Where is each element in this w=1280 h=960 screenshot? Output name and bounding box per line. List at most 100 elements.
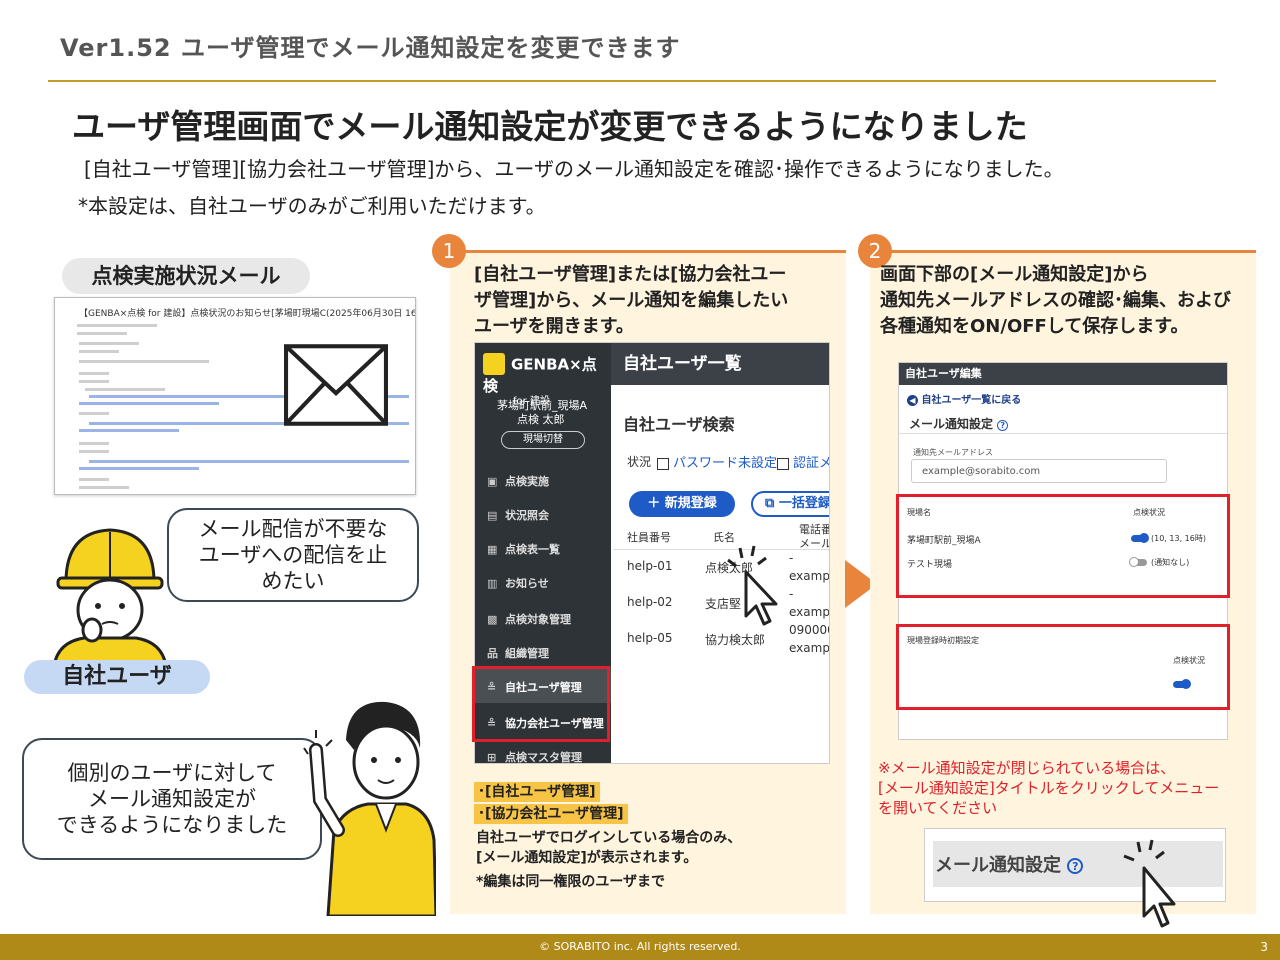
org-icon: 品 bbox=[487, 647, 498, 660]
sidebar-item-status[interactable]: ▤ 状況照会 bbox=[487, 507, 549, 523]
construction-worker-illustration bbox=[52, 528, 168, 666]
switch-site-button[interactable]: 現場切替 bbox=[501, 431, 585, 449]
row-id: help-05 bbox=[627, 631, 673, 645]
note-line: ※メール通知設定が閉じられている場合は、 bbox=[878, 759, 1176, 777]
subtitle-description: [自社ユーザ管理][協力会社ユーザ管理]から、ユーザのメール通知設定を確認･操作… bbox=[84, 157, 1064, 181]
help-icon[interactable]: ? bbox=[1067, 858, 1084, 874]
notify-title-screenshot: メール通知設定 ? bbox=[924, 828, 1226, 902]
heading-line: 通知先メールアドレスの確認･編集、および bbox=[880, 290, 1231, 311]
row-id: help-02 bbox=[627, 595, 673, 609]
mail-text-line bbox=[79, 342, 139, 345]
grid-icon: ⊞ bbox=[487, 751, 497, 764]
row-name: 協力検太郎 bbox=[705, 633, 766, 647]
help-icon[interactable]: ? bbox=[997, 420, 1009, 431]
mail-link-line bbox=[79, 467, 199, 470]
bubble-line: ユーザへの配信を止 bbox=[198, 543, 388, 567]
speech-bubble-feature: 個別のユーザに対して メール通知設定が できるようになりました bbox=[22, 738, 322, 860]
doc-icon: ▥ bbox=[487, 577, 498, 590]
mail-text-line bbox=[79, 372, 109, 375]
bubble-line: メール配信が不要な bbox=[198, 517, 388, 541]
col-name: 氏名 bbox=[713, 531, 735, 544]
notify-section-title[interactable]: メール通知設定 ? bbox=[909, 415, 1009, 432]
checkbox[interactable] bbox=[777, 457, 789, 470]
copy-icon: ⧉ bbox=[765, 496, 779, 511]
heading-line: 各種通知をON/OFFして保存します。 bbox=[880, 316, 1189, 337]
mail-text-line bbox=[85, 388, 165, 391]
app-logo: GENBA×点検 for 建設 bbox=[483, 353, 607, 407]
page-title: ユーザ管理画面でメール通知設定が変更できるようになりました bbox=[72, 107, 1028, 146]
new-user-button[interactable]: ＋ 新規登録 bbox=[629, 491, 735, 517]
note-line: [メール通知設定]が表示されます。 bbox=[476, 850, 698, 866]
address-value: example@sorabito.com bbox=[922, 466, 1041, 477]
header-divider bbox=[48, 80, 1216, 82]
heading-line: [自社ユーザ管理]または[協力会社ユー bbox=[474, 264, 787, 285]
bubble-line: メール通知設定が bbox=[88, 787, 256, 811]
speech-bubble-stop-mail: メール配信が不要な ユーザへの配信を止 めたい bbox=[167, 508, 419, 602]
mail-text-line bbox=[79, 486, 129, 489]
mail-text-line bbox=[79, 478, 109, 481]
notify-title[interactable]: メール通知設定 ? bbox=[935, 851, 1084, 877]
heading-line: ユーザを開きます。 bbox=[474, 316, 634, 337]
mail-text-line bbox=[77, 324, 157, 327]
office-worker-illustration bbox=[303, 701, 436, 916]
mail-subject: 【GENBA×点検 for 建設】点検状況のお知らせ[茅場町現場C(2025年0… bbox=[79, 309, 416, 319]
mouse-cursor-icon bbox=[727, 545, 778, 626]
sidebar-item-organization[interactable]: 品組織管理 bbox=[487, 645, 549, 661]
tag-own-user-management: ･[自社ユーザ管理] bbox=[474, 782, 600, 802]
filter-auth-mail[interactable]: 認証メー bbox=[777, 452, 829, 471]
status-label: 状況 bbox=[627, 455, 652, 469]
mouse-cursor-icon bbox=[1123, 839, 1176, 928]
sidebar-item-inspection[interactable]: ▣ 点検実施 bbox=[487, 473, 549, 489]
logo-mark-icon bbox=[483, 353, 505, 375]
mail-text-line bbox=[79, 360, 209, 363]
closed-section-note: ※メール通知設定が閉じられている場合は、 [メール通知設定]タイトルをクリックし… bbox=[878, 758, 1219, 818]
highlight-sidebar-users bbox=[472, 666, 610, 742]
bulk-register-button[interactable]: ⧉ 一括登録 bbox=[751, 491, 829, 517]
heading-line: ザ管理]から、メール通知を編集したい bbox=[474, 290, 789, 311]
row-mail: exampl bbox=[789, 641, 830, 655]
tag-partner-user-management: ･[協力会社ユーザ管理] bbox=[474, 804, 628, 824]
col-employee-id: 社員番号 bbox=[627, 531, 671, 544]
address-label: 通知先メールアドレス bbox=[913, 448, 993, 457]
row-id: help-01 bbox=[627, 559, 673, 573]
check-icon: ▣ bbox=[487, 475, 498, 488]
step2-accent-line bbox=[870, 250, 1256, 253]
step2-heading: 画面下部の[メール通知設定]から 通知先メールアドレスの確認･編集、および 各種… bbox=[880, 262, 1231, 340]
note-line: を開いてください bbox=[878, 799, 998, 817]
mail-text-line bbox=[79, 412, 109, 415]
footer: © SORABITO inc. All rights reserved. 3 bbox=[0, 934, 1280, 960]
step1-number: 1 bbox=[432, 234, 466, 268]
step1-accent-line bbox=[450, 250, 846, 253]
row-mail: exampl bbox=[789, 605, 830, 619]
mail-text-line bbox=[79, 450, 109, 453]
mail-label: 点検実施状況メール bbox=[62, 258, 310, 294]
mail-text-line bbox=[79, 380, 109, 383]
mail-link-line bbox=[79, 402, 219, 405]
bubble-line: できるようになりました bbox=[56, 813, 288, 837]
mail-text-line bbox=[79, 442, 109, 445]
filter-password-unset[interactable]: パスワード未設定 bbox=[657, 452, 777, 471]
checkbox[interactable] bbox=[657, 457, 669, 470]
heading-line: 画面下部の[メール通知設定]から bbox=[880, 264, 1149, 285]
row-mail: exampl bbox=[789, 569, 830, 583]
search-title: 自社ユーザ検索 bbox=[623, 415, 735, 434]
section-divider bbox=[899, 433, 1227, 434]
note-line: [メール通知設定]タイトルをクリックしてメニュー bbox=[878, 779, 1220, 797]
mail-text-line bbox=[79, 350, 119, 353]
note-line: 自社ユーザでログインしている場合のみ、 bbox=[476, 830, 742, 846]
envelope-icon bbox=[284, 344, 388, 426]
edit-page-header: 自社ユーザ編集 bbox=[899, 363, 1227, 385]
subtitle-note: *本設定は、自社ユーザのみがご利用いただけます。 bbox=[78, 194, 546, 218]
sidebar-item-checklists[interactable]: ▦ 点検表一覧 bbox=[487, 541, 560, 557]
highlight-site-list bbox=[896, 494, 1230, 598]
list-icon: ▦ bbox=[487, 543, 498, 556]
sidebar-item-masters[interactable]: ⊞ 点検マスタ管理 bbox=[487, 749, 582, 764]
bubble-line: めたい bbox=[261, 569, 325, 593]
user-name: 点検 太郎 bbox=[517, 413, 565, 426]
version-title: Ver1.52 ユーザ管理でメール通知設定を変更できます bbox=[60, 34, 681, 62]
row-tel: 090000 bbox=[789, 623, 829, 637]
sidebar-item-notices[interactable]: ▥ お知らせ bbox=[487, 575, 549, 591]
back-link[interactable]: ◀ 自社ユーザ一覧に戻る bbox=[907, 391, 1021, 406]
address-input[interactable]: example@sorabito.com bbox=[911, 459, 1167, 483]
sidebar-item-targets[interactable]: ▩ 点検対象管理 bbox=[487, 611, 571, 627]
